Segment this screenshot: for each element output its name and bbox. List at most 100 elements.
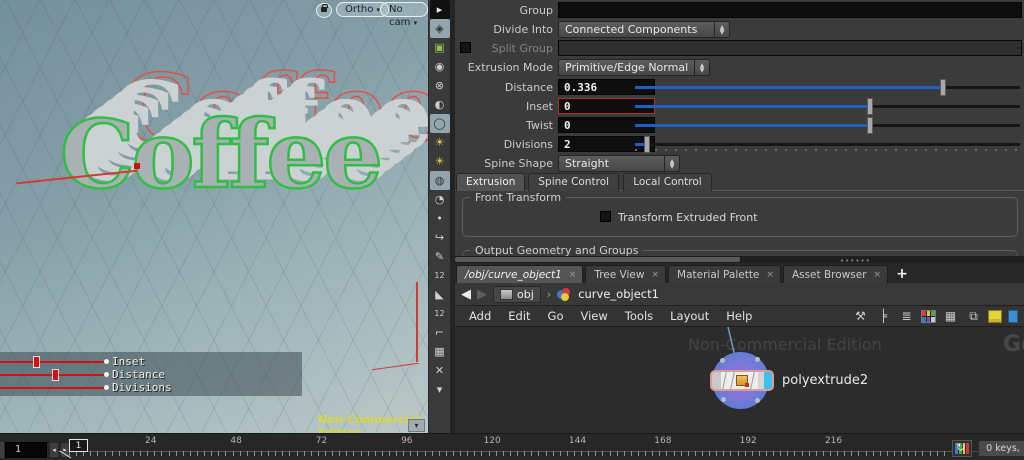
close-tab-icon[interactable]: × (874, 267, 882, 283)
close-tab-icon[interactable]: × (766, 267, 774, 283)
polyextrude-node[interactable] (710, 370, 774, 391)
ruler-tick (488, 451, 490, 456)
view-gesture-icon[interactable]: ◈ (429, 19, 450, 38)
current-node-label[interactable]: curve_object1 (578, 287, 659, 301)
strip-scroll-down-icon[interactable]: ▾ (430, 380, 450, 399)
slider-handle[interactable] (643, 136, 650, 153)
menu-go[interactable]: Go (548, 309, 564, 323)
param-slider-distance[interactable] (635, 79, 1020, 96)
menu-tools[interactable]: Tools (625, 309, 653, 323)
profile-curves-icon[interactable]: ⌐ (430, 323, 450, 342)
handle-dot-inset[interactable] (104, 359, 109, 364)
list-view-icon[interactable]: ≣ (898, 308, 915, 324)
ruler-tick (339, 451, 341, 456)
close-tab-icon[interactable]: × (569, 267, 577, 283)
scrollbar-thumb[interactable] (455, 257, 740, 262)
menu-help[interactable]: Help (726, 309, 752, 323)
node-name-label[interactable]: polyextrude2 (782, 373, 868, 388)
new-tab-button[interactable]: + (896, 265, 908, 283)
extrude-handle-dot[interactable] (134, 163, 140, 169)
handle-grab-distance[interactable] (52, 369, 59, 381)
handle-grab-inset[interactable] (33, 356, 40, 368)
playbar-left-button[interactable] (0, 442, 4, 458)
grid-view-icon[interactable]: ▦ (942, 308, 959, 324)
handle-dot-distance[interactable] (104, 372, 109, 377)
viewport-lock-button[interactable] (316, 3, 332, 18)
lighting-mode-icon[interactable]: ◯ (429, 114, 450, 133)
transform-extruded-front-checkbox[interactable] (600, 211, 611, 222)
param-dropdown-spine-shape[interactable]: Straight ▲ ▼ (558, 155, 680, 172)
headlight-off-icon[interactable]: ⊗ (430, 76, 450, 95)
param-dropdown-extrusion-mode[interactable]: Primitive/Edge Normal ▲ ▼ (558, 59, 710, 76)
current-frame-field[interactable]: 1 (5, 442, 47, 458)
handle-dot-divisions[interactable] (104, 385, 109, 390)
pane-tab-asset-browser[interactable]: Asset Browser × (782, 265, 889, 283)
context-chip-obj[interactable]: obj (493, 285, 541, 303)
hooks-display-icon[interactable]: ↪ (430, 228, 450, 247)
parameter-scrollbar[interactable]: •••••• (455, 256, 1024, 263)
point-numbers-icon[interactable]: 12 (430, 266, 450, 285)
color-palette-icon[interactable] (921, 309, 936, 323)
param-slider-divisions[interactable] (635, 136, 1020, 153)
menu-add[interactable]: Add (469, 309, 491, 323)
network-editor[interactable]: Non-Commercial Edition Ge polyextrude2 (455, 327, 1024, 435)
close-tab-icon[interactable]: × (651, 267, 659, 283)
camera-menu[interactable]: No cam ▾ (380, 2, 428, 28)
shading-mode-icon[interactable]: ◐ (430, 95, 450, 114)
handle-line-divisions[interactable] (0, 387, 104, 389)
keys-status-button[interactable]: 0 keys, (978, 440, 1024, 457)
extrude-handle-vline[interactable] (416, 282, 418, 362)
param-checkbox[interactable] (460, 42, 471, 53)
pane-tab-material-palette[interactable]: Material Palette × (668, 265, 781, 283)
panes-icon[interactable]: ⧉ (965, 308, 982, 324)
sticky-note-icon[interactable] (988, 309, 1002, 323)
ruler-tick (886, 451, 888, 456)
network-box-icon[interactable] (1008, 309, 1018, 323)
hq-lighting-icon[interactable]: ☀ (430, 152, 450, 171)
back-button[interactable]: ◀ (461, 287, 471, 302)
viewport-corner-menu[interactable]: ▾ (408, 419, 425, 432)
menu-layout[interactable]: Layout (670, 309, 709, 323)
materials-icon[interactable]: ◔ (430, 190, 450, 209)
param-field-split-group[interactable] (558, 40, 1022, 56)
slider-handle[interactable] (866, 98, 873, 115)
strip-scroll-up-icon[interactable]: ▸ (429, 0, 450, 19)
param-tab-spine-control[interactable]: Spine Control (528, 173, 620, 191)
tools-icon[interactable]: ⚒ (852, 308, 869, 324)
param-dropdown-divide-into[interactable]: Connected Components ▲ ▼ (558, 21, 730, 38)
auto-key-button[interactable]: ↻ (952, 440, 972, 457)
shadows-icon[interactable]: ◍ (429, 171, 450, 190)
vertex-markers-icon[interactable]: ✎ (430, 247, 450, 266)
prim-numbers-icon[interactable]: 12 (430, 304, 450, 323)
snap-options-icon[interactable]: ▣ (430, 38, 450, 57)
current-frame-flag[interactable]: 1 (69, 439, 88, 452)
param-field-group[interactable] (558, 2, 1022, 18)
spinner-icon[interactable]: ▲ ▼ (664, 156, 679, 171)
normal-lights-icon[interactable]: ☀ (430, 133, 450, 152)
ruler-tick (737, 451, 739, 456)
tree-view-icon[interactable]: ╞ (875, 308, 892, 324)
pane-tab--obj-curve-object-[interactable]: /obj/curve_object1 × (456, 265, 584, 283)
slider-handle[interactable] (866, 117, 873, 134)
prim-normals-icon[interactable]: ◣ (430, 285, 450, 304)
forward-button[interactable]: ▶ (477, 287, 487, 302)
param-tab-extrusion[interactable]: Extrusion (456, 173, 526, 191)
menu-view[interactable]: View (581, 309, 608, 323)
param-slider-inset[interactable] (635, 98, 1020, 115)
slider-handle[interactable] (940, 79, 946, 96)
group-display-icon[interactable]: ▦ (430, 342, 450, 361)
spinner-icon[interactable]: ▲ ▼ (694, 60, 709, 75)
axis-display-icon[interactable]: ✕ (430, 361, 450, 380)
param-label: Extrusion Mode (467, 61, 553, 74)
param-slider-twist[interactable] (635, 117, 1020, 134)
network-menu-bar: Add Edit Go View Tools Layout Help ⚒ ╞ ≣ ▦ ⧉ (455, 306, 1024, 327)
scene-viewport[interactable]: Coffee Coffee Coffee Coffee Coffee Coffee Coff… (0, 0, 428, 433)
step-back-button[interactable]: ◂ (49, 442, 59, 458)
menu-edit[interactable]: Edit (508, 309, 530, 323)
param-tab-local-control[interactable]: Local Control (623, 173, 712, 191)
spinner-icon[interactable]: ▲ ▼ (714, 22, 729, 37)
pane-tab-tree-view[interactable]: Tree View × (585, 265, 667, 283)
points-display-icon[interactable]: • (430, 209, 450, 228)
handle-line-inset[interactable] (0, 361, 104, 363)
lock-camera-icon[interactable]: ◉ (430, 57, 450, 76)
